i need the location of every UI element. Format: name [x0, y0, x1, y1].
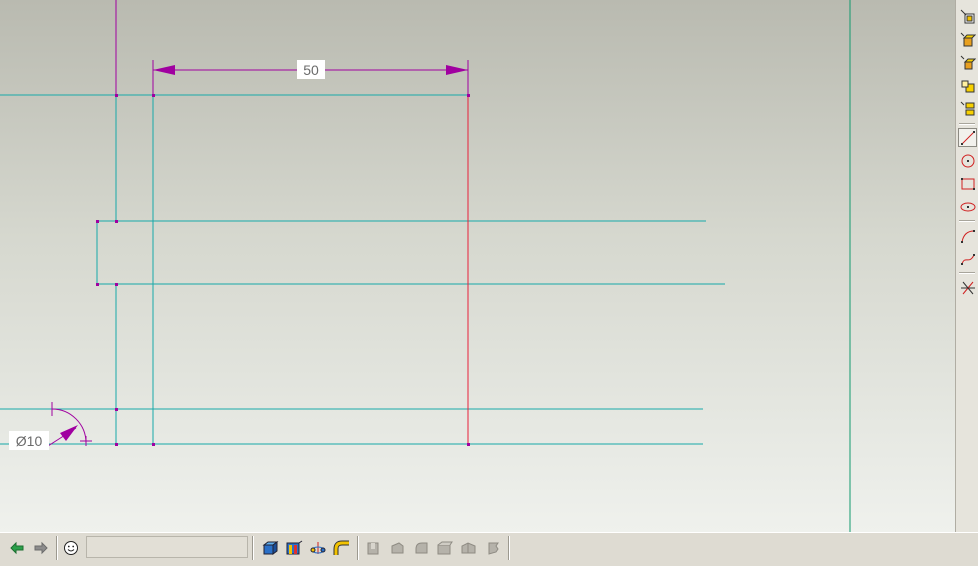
pipe-icon[interactable] — [331, 537, 353, 559]
axis-icon[interactable] — [307, 537, 329, 559]
dimension-arrow-right — [446, 65, 468, 75]
disabled-tool-4-icon — [434, 537, 456, 559]
spline-icon[interactable] — [958, 249, 977, 268]
datum-plane-icon[interactable] — [283, 537, 305, 559]
dimension-arrow-left — [153, 65, 175, 75]
box-3d-icon[interactable] — [259, 537, 281, 559]
extrude-icon[interactable] — [958, 30, 977, 49]
disabled-tool-6-icon — [482, 537, 504, 559]
sketch-drawing[interactable]: 50 Ø10 — [0, 0, 955, 532]
circle-icon[interactable] — [958, 151, 977, 170]
arc-icon[interactable] — [958, 226, 977, 245]
sketch-vertices — [96, 94, 470, 446]
sketch-canvas[interactable]: 50 Ø10 — [0, 0, 955, 532]
status-field — [86, 536, 248, 558]
dimension-value-50[interactable]: 50 — [303, 62, 319, 78]
arrow-right-icon[interactable] — [30, 537, 52, 559]
rectangle-icon[interactable] — [958, 174, 977, 193]
diameter-arrow — [60, 425, 78, 441]
sketch-fillet-arc[interactable] — [51, 408, 87, 444]
ellipse-icon[interactable] — [958, 197, 977, 216]
disabled-tool-5-icon — [458, 537, 480, 559]
smiley-icon[interactable] — [60, 537, 82, 559]
sweep-icon[interactable] — [958, 76, 977, 95]
trim-icon[interactable] — [958, 278, 977, 297]
revolve-icon[interactable] — [958, 53, 977, 72]
sketch-tools-toolbar — [955, 0, 978, 532]
sketch-new-icon[interactable] — [958, 7, 977, 26]
disabled-tool-3-icon — [410, 537, 432, 559]
arrow-left-icon[interactable] — [6, 537, 28, 559]
blend-icon[interactable] — [958, 99, 977, 118]
line-icon[interactable] — [958, 128, 977, 147]
disabled-tool-1-icon — [362, 537, 384, 559]
status-toolbar — [0, 532, 978, 566]
dimension-value-diameter[interactable]: Ø10 — [16, 433, 43, 449]
disabled-tool-2-icon — [386, 537, 408, 559]
